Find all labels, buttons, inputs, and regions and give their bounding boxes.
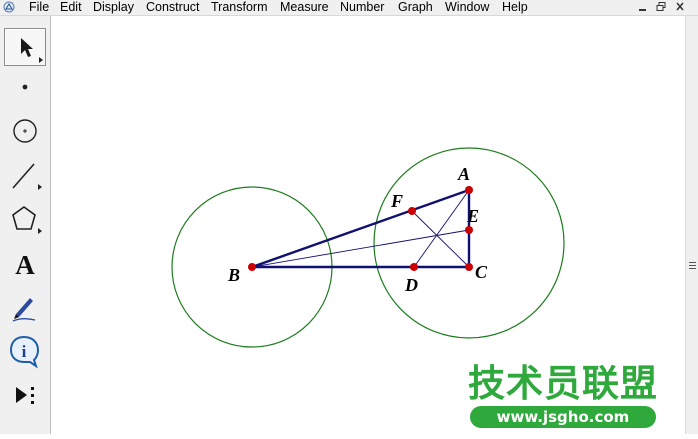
menu-edit[interactable]: Edit — [60, 0, 82, 15]
segment-af[interactable] — [413, 189, 470, 268]
watermark-title: 技术员联盟 — [468, 362, 658, 405]
point-e[interactable] — [465, 226, 473, 234]
point-d[interactable] — [410, 263, 418, 271]
close-icon — [676, 2, 684, 11]
menu-construct[interactable]: Construct — [146, 0, 200, 15]
menu-number[interactable]: Number — [340, 0, 384, 15]
straightedge-tool[interactable] — [4, 156, 46, 194]
label-f[interactable]: F — [390, 191, 403, 211]
menu-window[interactable]: Window — [445, 0, 489, 15]
minimize-icon — [639, 9, 646, 11]
menu-measure[interactable]: Measure — [280, 0, 329, 15]
information-tool[interactable]: i — [4, 332, 46, 370]
menu-display[interactable]: Display — [93, 0, 134, 15]
menu-help[interactable]: Help — [502, 0, 528, 15]
compass-tool[interactable] — [4, 112, 46, 150]
point-tool[interactable] — [4, 68, 46, 106]
polygon-tool[interactable] — [4, 200, 46, 238]
menu-bar: File Edit Display Construct Transform Me… — [0, 0, 698, 16]
point-f[interactable] — [408, 207, 416, 215]
text-a-icon: A — [15, 250, 35, 280]
close-button[interactable] — [673, 1, 687, 13]
label-a[interactable]: A — [457, 164, 470, 184]
site-watermark: 技术员联盟 www.jsgho.com — [468, 362, 658, 432]
svg-text:A: A — [15, 250, 35, 280]
vertical-scrollbar[interactable] — [685, 16, 698, 434]
restore-button[interactable] — [654, 1, 668, 13]
pentagon-icon — [12, 206, 42, 234]
info-bubble-icon: i — [9, 335, 40, 369]
label-c[interactable]: C — [475, 262, 488, 282]
svg-text:i: i — [22, 342, 27, 361]
point-b[interactable] — [248, 263, 256, 271]
point-icon — [22, 84, 28, 90]
segment-icon — [12, 163, 42, 190]
label-b[interactable]: B — [227, 265, 240, 285]
point-a[interactable] — [465, 186, 473, 194]
sketchpad-app-icon[interactable] — [3, 1, 15, 13]
custom-tool[interactable] — [4, 376, 46, 414]
scroll-grip-icon[interactable] — [689, 261, 696, 271]
toolbox: A i — [0, 16, 51, 434]
point-c[interactable] — [465, 263, 473, 271]
label-d[interactable]: D — [404, 275, 418, 295]
text-tool[interactable]: A — [4, 244, 46, 282]
minimize-button[interactable] — [636, 1, 650, 13]
marker-pen-icon — [12, 298, 36, 322]
arrow-cursor-icon — [21, 38, 43, 63]
segment-ab[interactable] — [251, 188, 470, 269]
compass-circle-icon — [13, 119, 37, 143]
label-e[interactable]: E — [466, 206, 479, 226]
marker-tool[interactable] — [4, 288, 46, 326]
menu-transform[interactable]: Transform — [211, 0, 268, 15]
menu-graph[interactable]: Graph — [398, 0, 433, 15]
play-menu-icon — [16, 387, 34, 404]
menu-file[interactable]: File — [29, 0, 49, 15]
restore-icon — [656, 2, 666, 11]
watermark-url: www.jsgho.com — [470, 406, 656, 428]
arrow-tool[interactable] — [4, 28, 46, 66]
